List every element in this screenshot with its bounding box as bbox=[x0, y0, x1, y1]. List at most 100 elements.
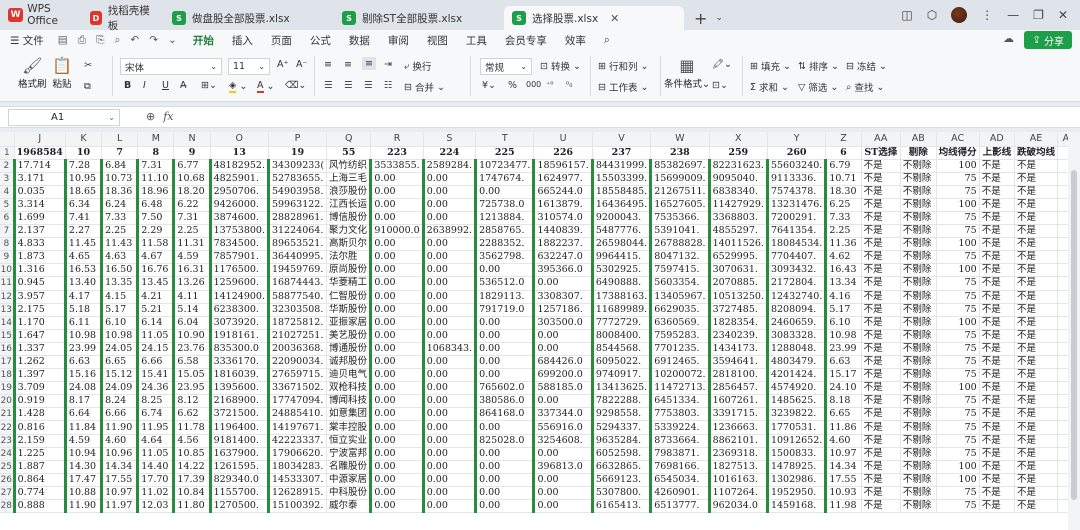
cell[interactable]: 1261595. bbox=[208, 460, 269, 474]
cell[interactable]: 7822288. bbox=[590, 394, 652, 409]
cell[interactable]: 不剔除 bbox=[900, 434, 937, 448]
cell[interactable]: 9964415. bbox=[590, 250, 652, 265]
cell[interactable]: 32303508. bbox=[266, 303, 328, 317]
cell[interactable]: 1176500. bbox=[208, 263, 269, 278]
cell[interactable]: 6.58 bbox=[172, 355, 211, 370]
cell[interactable]: 7.31 bbox=[136, 159, 175, 173]
align-bottom-icon[interactable]: ≡ bbox=[362, 57, 376, 70]
cell[interactable]: 835300.0 bbox=[208, 342, 269, 357]
cell[interactable]: 8008400. bbox=[590, 329, 652, 343]
cell[interactable]: 1829113. bbox=[474, 290, 535, 304]
cell[interactable]: 博通股份 bbox=[326, 342, 372, 357]
cell[interactable]: 不剔除 bbox=[900, 224, 937, 239]
cell[interactable]: 法尔胜 bbox=[326, 250, 372, 265]
cell[interactable]: 1.262 bbox=[12, 355, 66, 370]
cell[interactable]: 不是 bbox=[1014, 211, 1059, 226]
cell[interactable]: 0.00 bbox=[369, 486, 424, 501]
cell[interactable]: 11.58 bbox=[136, 237, 175, 252]
cell[interactable]: 不是 bbox=[1014, 473, 1059, 487]
column-header[interactable]: T bbox=[475, 132, 535, 147]
cell[interactable]: 9426000. bbox=[208, 198, 269, 212]
cell[interactable]: 不剔除 bbox=[900, 303, 937, 317]
cell[interactable]: 11689989. bbox=[590, 303, 652, 317]
cell[interactable]: 0.00 bbox=[532, 486, 593, 501]
cell[interactable]: 0.00 bbox=[421, 381, 477, 396]
cell[interactable]: 3073920. bbox=[208, 316, 269, 330]
row-header[interactable]: 26 bbox=[0, 473, 15, 487]
cell[interactable]: 2858765. bbox=[474, 224, 535, 239]
align-top-icon[interactable]: ≡ bbox=[324, 59, 332, 70]
cell[interactable]: 不是 bbox=[861, 486, 901, 501]
cell[interactable]: 10.94 bbox=[63, 447, 103, 461]
cell[interactable]: 16.76 bbox=[136, 263, 175, 278]
cell[interactable]: 5.17 bbox=[824, 303, 862, 317]
fx-icon[interactable]: fx bbox=[163, 110, 173, 123]
redo-icon[interactable]: ↷ bbox=[149, 34, 158, 47]
cell[interactable]: 2856457. bbox=[707, 381, 768, 396]
cell[interactable]: 不是 bbox=[861, 329, 901, 343]
underline-icon[interactable]: U bbox=[162, 80, 169, 91]
cell[interactable]: 5294337. bbox=[590, 420, 652, 435]
cell[interactable]: 11.36 bbox=[824, 237, 862, 252]
cell[interactable]: 6.66 bbox=[100, 407, 139, 422]
sum-button[interactable]: Σ 求和 ⌄ bbox=[750, 80, 789, 95]
row-header[interactable]: 9 bbox=[0, 250, 15, 265]
row-header[interactable]: 24 bbox=[0, 447, 15, 461]
sort-button[interactable]: ⇅ 排序 ⌄ bbox=[798, 59, 839, 74]
cell[interactable]: 2818100. bbox=[707, 368, 768, 383]
cell[interactable]: 2.25 bbox=[172, 224, 211, 239]
scroll-thumb[interactable] bbox=[1071, 170, 1077, 500]
cell[interactable]: 不是 bbox=[1014, 303, 1059, 317]
cell[interactable]: 1.225 bbox=[12, 447, 66, 461]
cell[interactable]: 9740917. bbox=[590, 368, 652, 383]
cell[interactable]: 6.24 bbox=[100, 198, 139, 212]
merge-button[interactable]: ⊟ 合并 ⌄ bbox=[404, 80, 445, 95]
cell[interactable]: 1068343. bbox=[421, 342, 477, 357]
cell[interactable]: 10.85 bbox=[172, 447, 211, 461]
cell[interactable]: 不是 bbox=[979, 276, 1015, 291]
cell[interactable]: 15.16 bbox=[63, 368, 103, 383]
cell[interactable]: 17.47 bbox=[63, 473, 103, 487]
cell[interactable]: 不是 bbox=[1014, 316, 1059, 330]
cell[interactable]: 829340.0 bbox=[208, 473, 269, 487]
cell[interactable]: 不是 bbox=[861, 185, 901, 199]
cell[interactable]: 395366.0 bbox=[532, 263, 593, 278]
cell[interactable]: 380586.0 bbox=[474, 394, 535, 409]
cell[interactable]: 0.00 bbox=[532, 329, 593, 343]
indent-icon[interactable]: ⇥ bbox=[384, 59, 392, 70]
cell[interactable]: 0.00 bbox=[369, 316, 424, 330]
cell[interactable]: 6.34 bbox=[63, 198, 103, 212]
header-cell[interactable]: 13 bbox=[210, 146, 269, 160]
menu-insert[interactable]: 插入 bbox=[232, 33, 253, 48]
cell[interactable]: 0.00 bbox=[369, 447, 424, 461]
header-cell[interactable]: 237 bbox=[592, 146, 652, 160]
cell[interactable]: 7.28 bbox=[63, 159, 103, 173]
row-header[interactable]: 21 bbox=[0, 407, 15, 422]
cell[interactable]: 3.709 bbox=[12, 381, 66, 396]
cell[interactable]: 2.25 bbox=[100, 224, 139, 239]
cell[interactable]: 不是 bbox=[861, 407, 901, 422]
cell[interactable]: 不剔除 bbox=[900, 185, 937, 199]
cell-style-icon[interactable]: ⊡⌄ bbox=[712, 80, 728, 91]
cell[interactable]: 10.73 bbox=[100, 172, 139, 186]
cell[interactable]: 0.00 bbox=[369, 172, 424, 186]
menu-data[interactable]: 数据 bbox=[349, 33, 370, 48]
cell[interactable]: 75 bbox=[936, 420, 980, 435]
cell[interactable]: 6.14 bbox=[136, 316, 175, 330]
cell[interactable]: 24.09 bbox=[100, 381, 139, 396]
menu-efficiency[interactable]: 效率 bbox=[565, 33, 586, 48]
strikethrough-icon[interactable]: A̶ bbox=[180, 80, 187, 91]
number-format-select[interactable]: 常规 ⌄ bbox=[480, 58, 532, 75]
cell[interactable]: 7641354. bbox=[765, 224, 827, 239]
format-painter-button[interactable]: 🖌 格式刷 bbox=[18, 56, 47, 90]
column-header[interactable]: J bbox=[14, 132, 66, 147]
increase-decimal-icon[interactable]: ⁺⁰ bbox=[546, 80, 553, 89]
cell[interactable]: 1395600. bbox=[208, 381, 269, 396]
header-cell[interactable]: 1968584 bbox=[14, 146, 66, 160]
row-header[interactable]: 17 bbox=[0, 355, 15, 370]
cell[interactable]: 7.33 bbox=[824, 211, 862, 226]
column-header[interactable]: K bbox=[65, 132, 103, 147]
cell[interactable]: 江西长运 bbox=[326, 198, 372, 212]
cell[interactable]: 1485625. bbox=[765, 394, 827, 409]
cell[interactable]: 不是 bbox=[1014, 329, 1059, 343]
